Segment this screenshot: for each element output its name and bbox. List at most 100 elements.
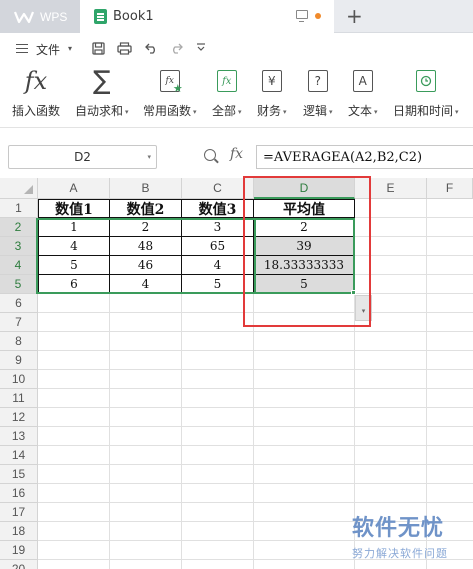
row-header-6[interactable]: 6	[0, 294, 38, 313]
column-header-c[interactable]: C	[182, 178, 254, 199]
row-header-8[interactable]: 8	[0, 332, 38, 351]
row-header-3[interactable]: 3	[0, 237, 38, 256]
grid-line	[38, 369, 473, 370]
chevron-down-icon[interactable]: ▾	[147, 153, 151, 161]
text-a-icon: A	[352, 68, 373, 94]
cell-b4[interactable]: 46	[110, 256, 182, 275]
row-header-20[interactable]: 20	[0, 560, 38, 569]
grid-line	[355, 293, 473, 294]
row-header-17[interactable]: 17	[0, 503, 38, 522]
row-header-18[interactable]: 18	[0, 522, 38, 541]
save-icon[interactable]	[92, 42, 105, 57]
cell-b2[interactable]: 2	[110, 218, 182, 237]
document-tab-label: Book1	[113, 9, 154, 24]
cell-c4[interactable]: 4	[182, 256, 254, 275]
grid-line	[38, 502, 473, 503]
file-menu-button[interactable]: 文件	[36, 41, 60, 58]
ribbon-label: 财务 ▾	[257, 104, 287, 118]
watermark-title: 软件无忧	[352, 516, 445, 541]
formula-bar: D2 ▾ fx =AVERAGEA(A2,B2,C2)	[0, 128, 473, 178]
column-header-b[interactable]: B	[110, 178, 182, 199]
autosum-button[interactable]: ∑ 自动求和 ▾	[75, 66, 129, 119]
wps-home-tab[interactable]: WPS	[0, 0, 80, 33]
ribbon-label: 日期和时间 ▾	[393, 104, 459, 118]
grid-line	[355, 217, 473, 218]
formula-input[interactable]: =AVERAGEA(A2,B2,C2)	[256, 145, 473, 169]
grid-line	[38, 445, 473, 446]
clock-icon	[415, 68, 436, 94]
insert-function-icon[interactable]: fx	[230, 146, 243, 162]
cell-d5[interactable]: 5	[254, 275, 355, 294]
unsaved-dot-icon	[315, 13, 321, 19]
watermark: 软件无忧 努力解决软件问题	[352, 510, 448, 561]
sigma-icon: ∑	[93, 66, 111, 96]
cell-b3[interactable]: 48	[110, 237, 182, 256]
row-header-7[interactable]: 7	[0, 313, 38, 332]
cell-d2[interactable]: 2	[254, 218, 355, 237]
title-bar: WPS Book1 +	[0, 0, 473, 33]
cell-b1[interactable]: 数值2	[110, 199, 182, 218]
cell-a5[interactable]: 6	[38, 275, 110, 294]
grid-line	[355, 255, 473, 256]
financial-functions-button[interactable]: ¥ 财务 ▾	[257, 68, 287, 119]
row-header-14[interactable]: 14	[0, 446, 38, 465]
cell-d1[interactable]: 平均值	[254, 199, 355, 218]
cell-c1[interactable]: 数值3	[182, 199, 254, 218]
cell-d3[interactable]: 39	[254, 237, 355, 256]
row-header-19[interactable]: 19	[0, 541, 38, 560]
monitor-icon[interactable]	[296, 10, 308, 22]
cell-a3[interactable]: 4	[38, 237, 110, 256]
grid-line	[38, 483, 473, 484]
cell-d4[interactable]: 18.33333333	[254, 256, 355, 275]
grid-line	[355, 236, 473, 237]
common-functions-button[interactable]: fx ★ 常用函数 ▾	[143, 68, 197, 119]
row-header-15[interactable]: 15	[0, 465, 38, 484]
logical-functions-button[interactable]: ? 逻辑 ▾	[303, 68, 333, 119]
grid-line	[355, 274, 473, 275]
redo-icon[interactable]	[170, 42, 183, 56]
all-functions-button[interactable]: fx 全部 ▾	[212, 68, 242, 119]
cell-b5[interactable]: 4	[110, 275, 182, 294]
print-icon[interactable]	[117, 42, 132, 57]
customize-toolbar-icon[interactable]	[196, 42, 206, 54]
row-header-5[interactable]: 5	[0, 275, 38, 294]
column-header-a[interactable]: A	[38, 178, 110, 199]
row-header-13[interactable]: 13	[0, 427, 38, 446]
select-all-button[interactable]	[0, 178, 38, 199]
column-header-f[interactable]: F	[427, 178, 473, 199]
zoom-icon[interactable]	[204, 149, 216, 161]
menu-icon[interactable]	[16, 44, 28, 53]
ribbon-label: 文本 ▾	[348, 104, 378, 118]
insert-function-button[interactable]: fx 插入函数	[12, 67, 61, 119]
row-header-2[interactable]: 2	[0, 218, 38, 237]
name-box[interactable]: D2 ▾	[8, 145, 157, 169]
formula-ribbon: fx 插入函数 ∑ 自动求和 ▾ fx ★ 常用函数 ▾ fx 全部 ▾ ¥ 财务 ▾ ?…	[0, 62, 473, 128]
cell-c3[interactable]: 65	[182, 237, 254, 256]
fx-icon: fx	[24, 67, 48, 95]
cell-a1[interactable]: 数值1	[38, 199, 110, 218]
menu-row: 文件 ▾	[0, 34, 473, 62]
new-tab-button[interactable]: +	[346, 4, 363, 28]
column-header-e[interactable]: E	[355, 178, 427, 199]
spreadsheet-icon	[94, 9, 107, 24]
cell-c5[interactable]: 5	[182, 275, 254, 294]
row-header-10[interactable]: 10	[0, 370, 38, 389]
row-header-12[interactable]: 12	[0, 408, 38, 427]
ribbon-label: 插入函数	[12, 104, 61, 118]
row-header-16[interactable]: 16	[0, 484, 38, 503]
row-header-11[interactable]: 11	[0, 389, 38, 408]
cell-a2[interactable]: 1	[38, 218, 110, 237]
autofill-options-button[interactable]: ▾	[355, 295, 372, 321]
watermark-subtitle: 努力解决软件问题	[352, 547, 448, 560]
cell-c2[interactable]: 3	[182, 218, 254, 237]
row-header-9[interactable]: 9	[0, 351, 38, 370]
undo-icon[interactable]	[145, 42, 158, 56]
grid-line	[38, 426, 473, 427]
row-header-4[interactable]: 4	[0, 256, 38, 275]
row-header-1[interactable]: 1	[0, 199, 38, 218]
date-time-functions-button[interactable]: 日期和时间 ▾	[393, 68, 459, 119]
cell-a4[interactable]: 5	[38, 256, 110, 275]
column-header-d[interactable]: D	[254, 178, 355, 199]
chevron-down-icon[interactable]: ▾	[68, 44, 72, 53]
text-functions-button[interactable]: A 文本 ▾	[348, 68, 378, 119]
